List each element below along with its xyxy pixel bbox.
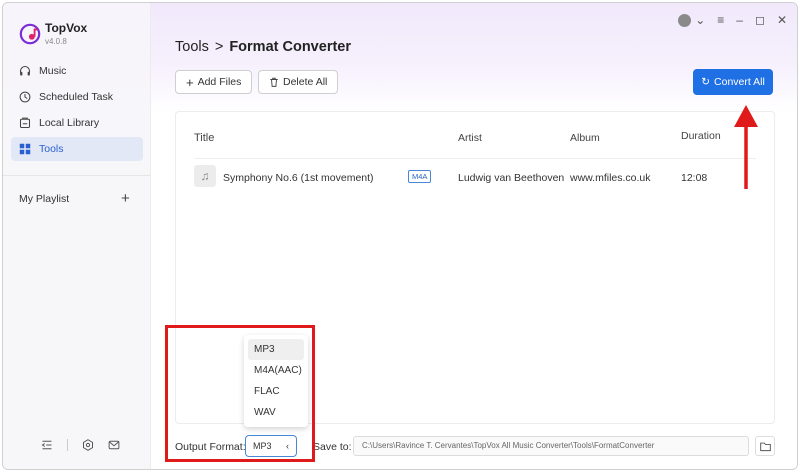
main-content: ⌄ ≡ – ◻ ✕ Tools > Format Converter + Add… [151, 3, 797, 469]
breadcrumb-separator: > [214, 39, 224, 55]
settings-icon[interactable] [82, 439, 94, 451]
sidebar-item-music[interactable]: Music [11, 59, 143, 83]
delete-all-button[interactable]: Delete All [258, 70, 339, 94]
header-divider [194, 158, 756, 159]
add-playlist-button[interactable]: + [121, 190, 130, 207]
menu-icon[interactable]: ≡ [717, 13, 724, 27]
sidebar-divider [3, 175, 151, 176]
row-artist: Ludwig van Beethoven [458, 172, 565, 184]
row-album: www.mfiles.co.uk [570, 172, 651, 184]
library-icon [19, 117, 31, 129]
save-path-field[interactable]: C:\Users\Ravince T. Cervantes\TopVox All… [353, 436, 749, 456]
column-header-duration: Duration [681, 130, 721, 142]
chevron-down-icon: ⌄ [695, 13, 706, 27]
window-controls: ⌄ ≡ – ◻ ✕ [678, 13, 787, 27]
folder-icon [759, 442, 771, 451]
sidebar-item-label: Local Library [39, 117, 100, 129]
avatar [678, 13, 692, 27]
column-header-artist: Artist [458, 132, 482, 144]
row-duration: 12:08 [681, 172, 708, 184]
convert-all-button[interactable]: ↻ Convert All [693, 69, 773, 95]
clock-icon [19, 91, 31, 103]
app-version: v4.0.8 [45, 37, 67, 46]
sidebar-footer [41, 439, 120, 451]
music-note-icon: ♫ [194, 165, 216, 187]
add-files-button[interactable]: + Add Files [175, 70, 253, 94]
trash-icon [270, 77, 278, 87]
sidebar-item-label: Scheduled Task [39, 91, 113, 103]
refresh-icon: ↻ [701, 76, 711, 88]
sidebar-item-local-library[interactable]: Local Library [11, 111, 143, 135]
annotation-highlight-box [165, 325, 315, 462]
my-playlist-label: My Playlist [19, 193, 70, 205]
app-window: TopVox v4.0.8 Music Scheduled Task Local… [2, 2, 798, 470]
sidebar-item-tools[interactable]: Tools [11, 137, 143, 161]
grid-icon [19, 143, 31, 155]
folder-button[interactable] [755, 436, 775, 456]
app-logo [19, 23, 41, 45]
format-badge: M4A [408, 170, 432, 183]
sidebar-item-label: Tools [39, 143, 64, 155]
annotation-arrow-icon [734, 105, 758, 189]
headphones-icon [19, 65, 31, 76]
app-name: TopVox [45, 21, 88, 35]
breadcrumb: Tools > Format Converter [175, 39, 351, 55]
collapse-icon[interactable] [41, 439, 53, 451]
save-to-label: Save to: [313, 441, 352, 453]
close-icon[interactable]: ✕ [777, 13, 787, 27]
plus-icon: + [186, 74, 194, 90]
column-header-title: Title [194, 132, 215, 144]
row-title: Symphony No.6 (1st movement) [223, 172, 374, 184]
sidebar: TopVox v4.0.8 Music Scheduled Task Local… [3, 3, 151, 469]
mail-icon[interactable] [108, 439, 120, 451]
sidebar-item-scheduled-task[interactable]: Scheduled Task [11, 85, 143, 109]
account-menu[interactable]: ⌄ [678, 13, 705, 27]
breadcrumb-root[interactable]: Tools [175, 39, 209, 55]
minimize-icon[interactable]: – [736, 13, 743, 27]
page-title: Format Converter [229, 39, 351, 55]
sidebar-item-label: Music [39, 65, 67, 77]
column-header-album: Album [570, 132, 600, 144]
footer-separator [67, 439, 68, 451]
maximize-icon[interactable]: ◻ [755, 13, 765, 27]
